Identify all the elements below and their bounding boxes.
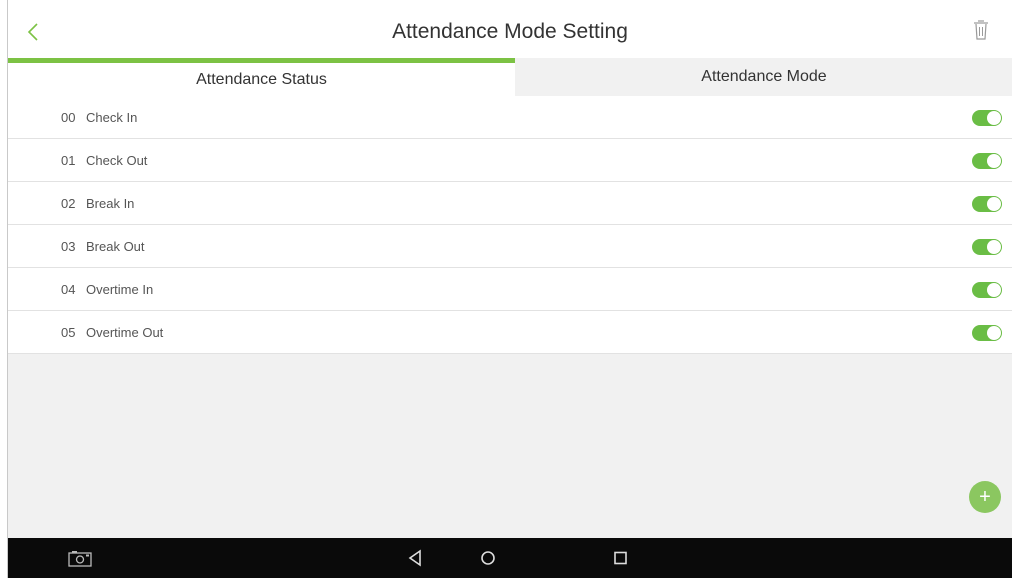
status-name: Check In — [86, 109, 138, 125]
toggle-knob — [987, 111, 1001, 125]
toggle-knob — [987, 154, 1001, 168]
status-code: 00 — [61, 109, 76, 125]
tab-attendance-mode[interactable]: Attendance Mode — [515, 58, 1012, 96]
list-item[interactable]: 05 Overtime Out — [8, 311, 1012, 354]
status-code: 03 — [61, 238, 76, 254]
recents-square-icon — [614, 551, 627, 565]
status-name: Overtime In — [86, 281, 154, 297]
app-window: Attendance Mode Setting Attendance Statu… — [7, 0, 1012, 578]
nav-back-button[interactable] — [407, 547, 423, 569]
status-toggle[interactable] — [972, 282, 1002, 298]
status-code: 02 — [61, 195, 76, 211]
status-toggle[interactable] — [972, 239, 1002, 255]
list-item[interactable]: 00 Check In — [8, 96, 1012, 139]
list-item[interactable]: 02 Break In — [8, 182, 1012, 225]
tab-attendance-status[interactable]: Attendance Status — [8, 58, 515, 96]
system-nav-bar — [8, 538, 1012, 578]
status-toggle[interactable] — [972, 196, 1002, 212]
tab-bar: Attendance Status Attendance Mode — [8, 58, 1012, 96]
status-code: 01 — [61, 152, 76, 168]
status-name: Break Out — [86, 238, 145, 254]
trash-icon — [974, 20, 988, 40]
status-toggle[interactable] — [972, 325, 1002, 341]
add-status-button[interactable]: + — [969, 481, 1001, 513]
status-name: Overtime Out — [86, 324, 164, 340]
plus-icon: + — [979, 486, 991, 508]
list-item[interactable]: 04 Overtime In — [8, 268, 1012, 311]
nav-home-button[interactable] — [478, 547, 498, 569]
status-name: Check Out — [86, 152, 148, 168]
status-toggle[interactable] — [972, 153, 1002, 169]
toggle-knob — [987, 283, 1001, 297]
list-item[interactable]: 03 Break Out — [8, 225, 1012, 268]
header-bar: Attendance Mode Setting — [8, 0, 1012, 62]
status-name: Break In — [86, 195, 135, 211]
tab-label: Attendance Status — [196, 70, 327, 88]
nav-recents-button[interactable] — [612, 547, 630, 569]
home-circle-icon — [481, 551, 495, 565]
camera-button[interactable] — [68, 547, 92, 569]
status-toggle[interactable] — [972, 110, 1002, 126]
status-list: 00 Check In 01 Check Out 02 Break In 03 … — [8, 96, 1012, 354]
delete-button[interactable] — [970, 19, 992, 43]
status-code: 05 — [61, 324, 76, 340]
toggle-knob — [987, 326, 1001, 340]
page-title: Attendance Mode Setting — [392, 20, 628, 43]
status-code: 04 — [61, 281, 76, 297]
back-triangle-icon — [408, 549, 421, 567]
tab-label: Attendance Mode — [701, 68, 827, 85]
toggle-knob — [987, 197, 1001, 211]
list-item[interactable]: 01 Check Out — [8, 139, 1012, 182]
camera-icon — [68, 551, 92, 567]
toggle-knob — [987, 240, 1001, 254]
